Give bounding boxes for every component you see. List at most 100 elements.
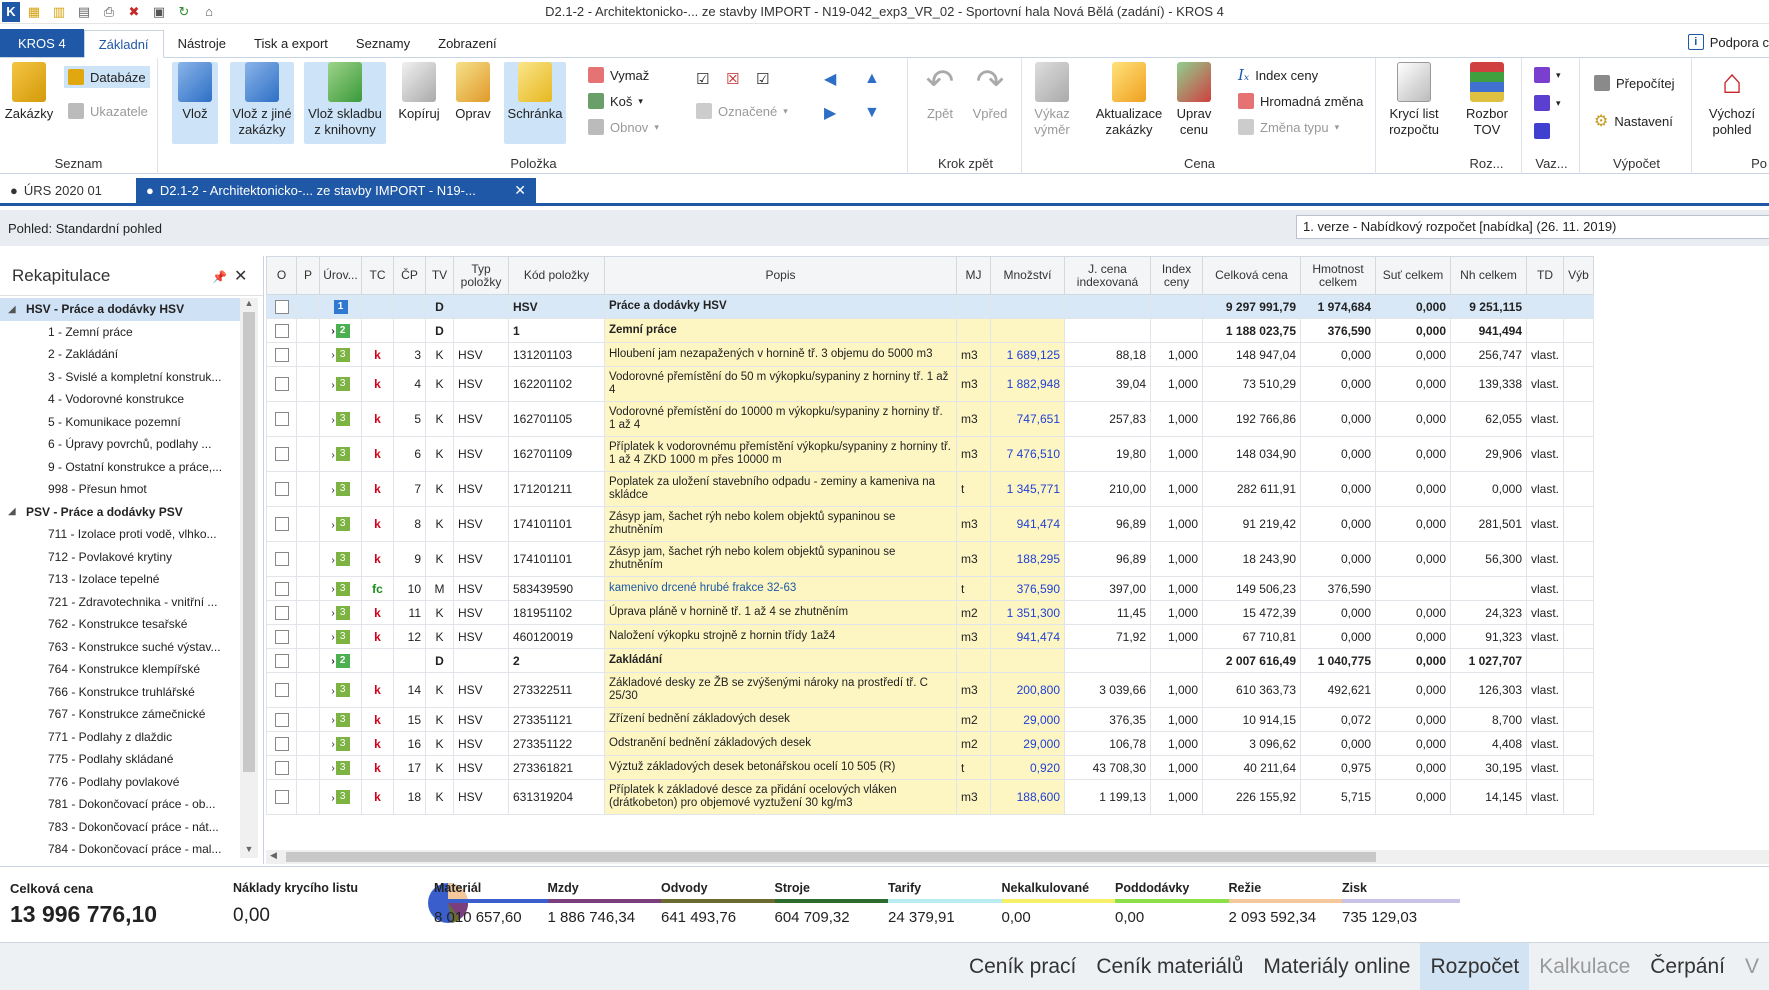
tree-item[interactable]: 763 - Konstrukce suché výstav... xyxy=(0,636,240,659)
arrow-up-button[interactable]: ▲ xyxy=(860,68,884,90)
cell-kod[interactable]: 273322511 xyxy=(508,672,605,708)
tree-item[interactable]: 998 - Přesun hmot xyxy=(0,478,240,501)
cell-kod[interactable]: 273351121 xyxy=(508,707,605,732)
table-row[interactable]: › 3 k 12 K HSV 460120019 Naložení výkopku stroj… xyxy=(266,624,1595,649)
tree-item[interactable]: 9 - Ostatní konstrukce a práce,... xyxy=(0,456,240,479)
cell-popis[interactable]: Vodorovné přemístění do 50 m výkopku/syp… xyxy=(604,366,957,402)
row-checkbox[interactable] xyxy=(274,605,289,620)
cell-mnozstvi[interactable] xyxy=(990,648,1065,673)
row-checkbox[interactable] xyxy=(274,299,289,314)
expand-arrow-icon[interactable]: › xyxy=(331,632,334,643)
doc-tab-d212[interactable]: ● D2.1-2 - Architektonicko-... ze stavby… xyxy=(136,178,536,203)
cell-popis[interactable]: Zřízení bednění základových desek xyxy=(604,707,957,732)
tree-item[interactable]: 2 - Zakládání xyxy=(0,343,240,366)
tree-item[interactable]: 764 - Konstrukce klempířské xyxy=(0,658,240,681)
vaz-tree-button[interactable]: ▾ xyxy=(1530,92,1565,114)
expand-arrow-icon[interactable]: › xyxy=(331,555,334,566)
cell-popis[interactable]: Zásyp jam, šachet rýh nebo kolem objektů… xyxy=(604,506,957,542)
cell-kod[interactable]: 273351122 xyxy=(508,731,605,756)
expand-arrow-icon[interactable]: › xyxy=(331,450,334,461)
rozbor-tov-button[interactable]: Rozbor TOV xyxy=(1460,62,1514,138)
column-header[interactable]: Typ položky xyxy=(453,256,509,295)
expand-arrow-icon[interactable]: › xyxy=(331,608,334,619)
kos-button[interactable]: Koš ▾ xyxy=(584,90,647,112)
column-header[interactable]: Suť celkem xyxy=(1375,256,1451,295)
vpred-button[interactable]: ↷ Vpřed xyxy=(968,62,1012,122)
tree-item[interactable]: 775 - Podlahy skládané xyxy=(0,748,240,771)
uncheck-button[interactable]: ☒ xyxy=(722,68,743,90)
table-row[interactable]: 1 D HSV Práce a dodávky HSV 9 297 991,79 1 97… xyxy=(266,294,1595,319)
nav-kalkulace[interactable]: Kalkulace xyxy=(1529,943,1640,990)
cell-mnozstvi[interactable]: 29,000 xyxy=(990,707,1065,732)
table-row[interactable]: › 3 k 5 K HSV 162701105 Vodorovné přemístění do… xyxy=(266,401,1595,437)
cell-popis[interactable]: Zemní práce xyxy=(604,318,957,343)
version-select[interactable]: 1. verze - Nabídkový rozpočet [nabídka] … xyxy=(1296,215,1769,239)
cell-mnozstvi[interactable]: 941,474 xyxy=(990,506,1065,542)
row-checkbox[interactable] xyxy=(274,760,289,775)
expand-arrow-icon[interactable]: › xyxy=(331,686,334,697)
vloz-skladbu-button[interactable]: Vlož skladbu z knihovny xyxy=(304,62,386,144)
table-row[interactable]: › 3 k 4 K HSV 162201102 Vodorovné přemístění do… xyxy=(266,366,1595,402)
nastaveni-button[interactable]: ⚙ Nastavení xyxy=(1590,110,1677,132)
cell-mnozstvi[interactable]: 941,474 xyxy=(990,624,1065,649)
grid-hscrollbar[interactable]: ◀ xyxy=(266,850,1769,864)
cell-popis[interactable]: Výztuž základových desek betonářskou oce… xyxy=(604,755,957,780)
zakazky-icon[interactable]: ▦ xyxy=(23,2,45,22)
nav-cenik-praci[interactable]: Ceník prací xyxy=(959,943,1086,990)
cell-popis[interactable]: Hloubení jam nezapažených v hornině tř. … xyxy=(604,342,957,367)
tab-zakladni[interactable]: Základní xyxy=(83,30,164,58)
tree-group[interactable]: ◢ PSV - Práce a dodávky PSV xyxy=(0,501,240,524)
nav-cerpani[interactable]: Čerpání xyxy=(1640,943,1735,990)
cell-popis[interactable]: kamenivo drcené hrubé frakce 32-63 xyxy=(604,576,957,601)
cell-kod[interactable]: 1 xyxy=(508,318,605,343)
expand-arrow-icon[interactable]: › xyxy=(331,380,334,391)
zpet-button[interactable]: ↶ Zpět xyxy=(918,62,962,122)
table-row[interactable]: › 3 k 14 K HSV 273322511 Základové desky ze ŽB … xyxy=(266,672,1595,708)
tab-kros4[interactable]: KROS 4 xyxy=(0,29,84,57)
cell-popis[interactable]: Úprava pláně v hornině tř. 1 až 4 se zhu… xyxy=(604,600,957,625)
cell-mnozstvi[interactable]: 1 689,125 xyxy=(990,342,1065,367)
row-checkbox[interactable] xyxy=(274,629,289,644)
cell-mnozstvi[interactable]: 188,600 xyxy=(990,779,1065,815)
zmena-typu-button[interactable]: Změna typu ▾ xyxy=(1234,116,1343,138)
column-header[interactable]: Množství xyxy=(990,256,1065,295)
row-checkbox[interactable] xyxy=(274,581,289,596)
tree-item[interactable]: 762 - Konstrukce tesařské xyxy=(0,613,240,636)
doc-tab-urs[interactable]: ● ÚRS 2020 01 xyxy=(0,178,136,203)
tree-item[interactable]: 5 - Komunikace pozemní xyxy=(0,411,240,434)
tree-group[interactable]: ◢ HSV - Práce a dodávky HSV xyxy=(0,298,240,321)
ukazatele-button[interactable]: Ukazatele xyxy=(64,100,152,122)
cell-popis[interactable]: Základové desky ze ŽB se zvýšenými nárok… xyxy=(604,672,957,708)
table-row[interactable]: › 3 k 3 K HSV 131201103 Hloubení jam nezapažený… xyxy=(266,342,1595,367)
row-checkbox[interactable] xyxy=(274,323,289,338)
table-row[interactable]: › 3 k 18 K HSV 631319204 Příplatek k základové … xyxy=(266,779,1595,815)
close-icon[interactable]: ✕ xyxy=(514,182,526,199)
arrow-down-button[interactable]: ▼ xyxy=(860,102,884,124)
column-header[interactable]: P xyxy=(296,256,320,295)
expand-arrow-icon[interactable]: › xyxy=(331,326,334,337)
expand-arrow-icon[interactable]: › xyxy=(331,715,334,726)
column-header[interactable]: Hmotnost celkem xyxy=(1300,256,1376,295)
cell-mnozstvi[interactable]: 0,920 xyxy=(990,755,1065,780)
pin-icon[interactable]: 📌 xyxy=(212,270,227,284)
scroll-up-icon[interactable]: ▲ xyxy=(240,298,258,312)
expand-arrow-icon[interactable]: › xyxy=(331,584,334,595)
tree-item[interactable]: 6 - Úpravy povrchů, podlahy ... xyxy=(0,433,240,456)
cell-kod[interactable]: 131201103 xyxy=(508,342,605,367)
table-row[interactable]: › 3 k 7 K HSV 171201211 Poplatek za uložení sta… xyxy=(266,471,1595,507)
cell-mnozstvi[interactable]: 376,590 xyxy=(990,576,1065,601)
column-header[interactable]: Index ceny xyxy=(1150,256,1203,295)
cell-popis[interactable]: Příplatek k vodorovnému přemístění výkop… xyxy=(604,436,957,472)
cell-kod[interactable]: 2 xyxy=(508,648,605,673)
vymaz-button[interactable]: Vymaž xyxy=(584,64,653,86)
cell-popis[interactable]: Odstranění bednění základových desek xyxy=(604,731,957,756)
nav-more[interactable]: V xyxy=(1735,943,1769,990)
table-row[interactable]: › 3 fc 10 M HSV 583439590 kamenivo drcené hrubé… xyxy=(266,576,1595,601)
column-header[interactable]: Celková cena xyxy=(1202,256,1301,295)
tab-tisk-export[interactable]: Tisk a export xyxy=(240,29,342,57)
row-checkbox[interactable] xyxy=(274,712,289,727)
cell-kod[interactable]: 631319204 xyxy=(508,779,605,815)
cell-kod[interactable]: 174101101 xyxy=(508,541,605,577)
cell-kod[interactable]: 273361821 xyxy=(508,755,605,780)
zakazky-button[interactable]: Zakázky xyxy=(5,62,53,122)
